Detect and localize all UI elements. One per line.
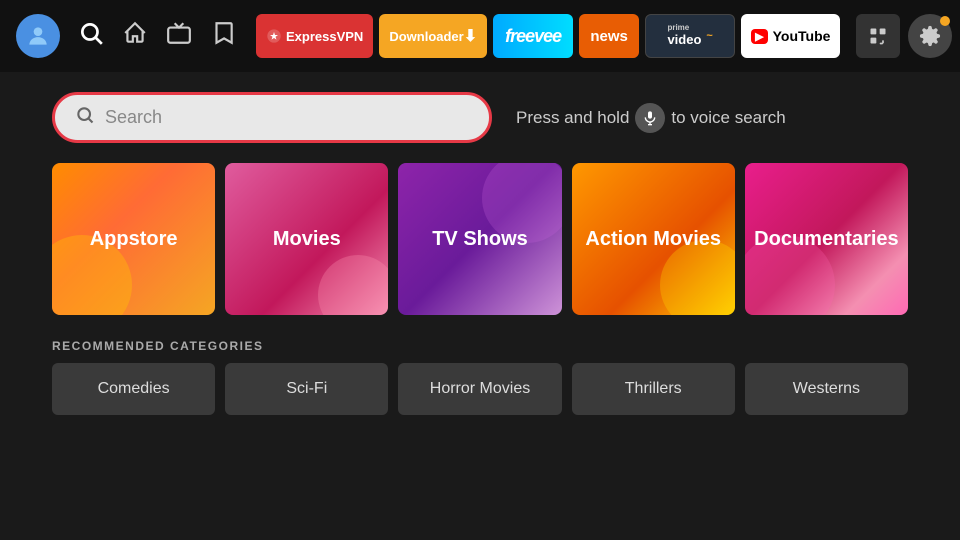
expressvpn-label: ExpressVPN: [286, 29, 363, 44]
voice-hint-suffix: to voice search: [671, 108, 785, 128]
home-nav-icon[interactable]: [122, 20, 148, 53]
search-bar[interactable]: Search: [52, 92, 492, 143]
app-youtube-button[interactable]: ▶ YouTube: [741, 14, 840, 58]
card-action-movies-label: Action Movies: [585, 228, 721, 251]
rec-item-horror-label: Horror Movies: [430, 380, 530, 398]
rec-item-thrillers[interactable]: Thrillers: [572, 363, 735, 415]
voice-hint-prefix: Press and hold: [516, 108, 629, 128]
settings-button[interactable]: [908, 14, 952, 58]
app-prime-button[interactable]: prime video ~: [645, 14, 735, 58]
search-bar-icon: [75, 105, 95, 130]
rec-item-thrillers-label: Thrillers: [625, 380, 682, 398]
card-tvshows-label: TV Shows: [432, 228, 528, 251]
mic-icon: [635, 103, 665, 133]
header: ExpressVPN Downloader ⬇ freevee news pri…: [0, 0, 960, 72]
rec-item-comedies-label: Comedies: [98, 380, 170, 398]
search-nav-icon[interactable]: [78, 20, 104, 53]
settings-notification-badge: [940, 16, 950, 26]
card-action-movies[interactable]: Action Movies: [572, 163, 735, 315]
app-freevee-button[interactable]: freevee: [493, 14, 573, 58]
category-cards-section: Appstore Movies TV Shows Action Movies D…: [0, 163, 960, 315]
rec-item-scifi[interactable]: Sci-Fi: [225, 363, 388, 415]
card-movies-label: Movies: [273, 228, 341, 251]
rec-item-comedies[interactable]: Comedies: [52, 363, 215, 415]
card-tvshows[interactable]: TV Shows: [398, 163, 561, 315]
card-movies[interactable]: Movies: [225, 163, 388, 315]
recommended-title: Recommended Categories: [52, 339, 908, 353]
category-cards-grid: Appstore Movies TV Shows Action Movies D…: [52, 163, 908, 315]
card-documentaries[interactable]: Documentaries: [745, 163, 908, 315]
app-expressvpn-button[interactable]: ExpressVPN: [256, 14, 373, 58]
rec-item-scifi-label: Sci-Fi: [286, 380, 327, 398]
freevee-label: freevee: [505, 26, 561, 47]
app-shortcuts: ExpressVPN Downloader ⬇ freevee news pri…: [256, 14, 840, 58]
downloader-label: Downloader: [389, 29, 463, 44]
bookmark-nav-icon[interactable]: [210, 20, 236, 53]
rec-item-westerns[interactable]: Westerns: [745, 363, 908, 415]
youtube-label: YouTube: [773, 28, 831, 44]
recommended-section: Recommended Categories Comedies Sci-Fi H…: [0, 339, 960, 415]
nav-icons: [16, 14, 236, 58]
grid-button[interactable]: [856, 14, 900, 58]
user-avatar[interactable]: [16, 14, 60, 58]
header-right-actions: [856, 14, 952, 58]
card-appstore[interactable]: Appstore: [52, 163, 215, 315]
search-placeholder: Search: [105, 107, 162, 128]
tv-nav-icon[interactable]: [166, 20, 192, 53]
youtube-icon: ▶: [751, 29, 767, 44]
card-documentaries-label: Documentaries: [754, 228, 899, 251]
app-downloader-button[interactable]: Downloader ⬇: [379, 14, 487, 58]
voice-hint: Press and hold to voice search: [516, 103, 786, 133]
recommended-grid: Comedies Sci-Fi Horror Movies Thrillers …: [52, 363, 908, 415]
rec-item-horror[interactable]: Horror Movies: [398, 363, 561, 415]
app-news-button[interactable]: news: [579, 14, 639, 58]
card-appstore-label: Appstore: [90, 228, 178, 251]
news-label: news: [590, 28, 628, 45]
search-section: Search Press and hold to voice search: [0, 72, 960, 163]
rec-item-westerns-label: Westerns: [793, 380, 860, 398]
